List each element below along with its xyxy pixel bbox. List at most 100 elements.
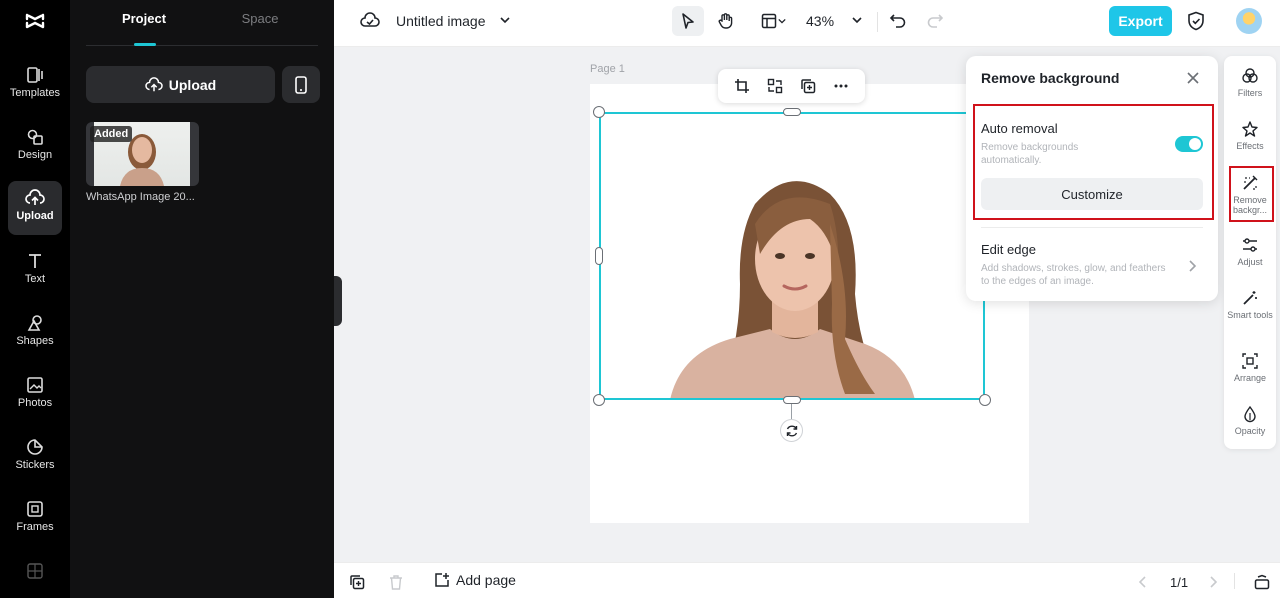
- cloud-sync-icon[interactable]: [360, 12, 380, 30]
- rotate-connector: [791, 404, 792, 419]
- sidebar-item-templates[interactable]: Templates: [8, 58, 62, 112]
- close-icon[interactable]: [1186, 71, 1200, 85]
- left-nav-rail: Templates Design Upload Text Shapes Phot…: [0, 0, 70, 598]
- auto-removal-description: Remove backgrounds automatically.: [981, 142, 1079, 166]
- capcut-logo[interactable]: [24, 10, 46, 32]
- document-title[interactable]: Untitled image: [396, 13, 486, 29]
- previous-page-icon[interactable]: [1138, 575, 1148, 589]
- upload-cloud-icon: [145, 76, 163, 91]
- duplicate-page-icon[interactable]: [349, 574, 365, 590]
- stickers-icon: [27, 439, 43, 455]
- auto-removal-label: Auto removal: [981, 121, 1058, 136]
- resize-handle-top-left[interactable]: [593, 106, 605, 118]
- media-thumbnail[interactable]: Added: [86, 122, 199, 186]
- select-tool-button[interactable]: [672, 6, 704, 36]
- tool-filters[interactable]: Filters: [1224, 67, 1276, 98]
- zoom-level[interactable]: 43%: [806, 13, 834, 29]
- tool-label: Filters: [1237, 88, 1263, 98]
- arrange-icon: [1242, 353, 1258, 369]
- sidebar-item-shapes[interactable]: Shapes: [8, 306, 62, 360]
- auto-removal-toggle[interactable]: [1175, 136, 1203, 152]
- tool-label: Opacity: [1234, 426, 1266, 436]
- tool-arrange[interactable]: Arrange: [1224, 352, 1276, 383]
- photos-icon: [27, 377, 43, 393]
- edit-edge-label[interactable]: Edit edge: [981, 242, 1036, 257]
- crop-icon[interactable]: [734, 78, 750, 94]
- add-page-label: Add page: [456, 572, 516, 588]
- tool-label: Adjust: [1237, 257, 1263, 267]
- add-page-button[interactable]: Add page: [434, 572, 516, 588]
- remove-background-panel: Remove background Auto removal Remove ba…: [966, 56, 1218, 301]
- page-count: 1/1: [1170, 575, 1189, 590]
- sidebar-item-frames[interactable]: Frames: [8, 492, 62, 546]
- upload-cloud-icon: [25, 189, 45, 205]
- top-toolbar: Untitled image 43% Export: [334, 0, 1280, 47]
- customize-button[interactable]: Customize: [981, 178, 1203, 210]
- bottom-bar: Add page 1/1: [334, 562, 1280, 598]
- media-filename: WhatsApp Image 20...: [86, 191, 195, 203]
- export-button[interactable]: Export: [1109, 6, 1172, 36]
- sidebar-item-label: Photos: [17, 397, 53, 409]
- adjust-icon: [1243, 238, 1257, 252]
- hand-tool-button[interactable]: [710, 6, 742, 36]
- bottom-divider: [1234, 573, 1235, 589]
- delete-page-icon[interactable]: [388, 574, 404, 590]
- more-apps-icon[interactable]: [27, 563, 43, 579]
- resize-handle-bottom-left[interactable]: [593, 394, 605, 406]
- shapes-icon: [27, 315, 42, 331]
- phone-icon: [295, 75, 307, 94]
- remove-background-tool-highlight: [1229, 166, 1274, 222]
- frames-icon: [27, 501, 43, 517]
- opacity-icon: [1244, 405, 1256, 423]
- tool-adjust[interactable]: Adjust: [1224, 236, 1276, 267]
- shield-icon[interactable]: [1187, 11, 1205, 31]
- sidebar-item-label: Templates: [9, 87, 61, 99]
- replace-icon[interactable]: [767, 78, 783, 94]
- toolbar-divider: [877, 12, 878, 32]
- media-panel: Project Space Upload Added WhatsApp Imag…: [70, 0, 334, 598]
- panel-collapse-handle[interactable]: [334, 276, 342, 326]
- upload-from-phone-button[interactable]: [282, 66, 320, 103]
- tab-project[interactable]: Project: [94, 11, 194, 26]
- sidebar-item-text[interactable]: Text: [8, 244, 62, 298]
- resize-handle-bottom[interactable]: [783, 396, 801, 404]
- rotate-button[interactable]: [780, 419, 803, 442]
- resize-handle-bottom-right[interactable]: [979, 394, 991, 406]
- sidebar-item-design[interactable]: Design: [8, 120, 62, 174]
- tool-effects[interactable]: Effects: [1224, 120, 1276, 151]
- chevron-right-icon[interactable]: [1187, 259, 1197, 273]
- redo-icon[interactable]: [926, 12, 944, 28]
- tool-label: Smart tools: [1227, 310, 1273, 320]
- sidebar-item-label: Design: [17, 149, 53, 161]
- sidebar-item-label: Upload: [16, 210, 54, 222]
- next-page-icon[interactable]: [1208, 575, 1218, 589]
- resize-handle-left[interactable]: [595, 247, 603, 265]
- chevron-down-icon[interactable]: [499, 15, 511, 25]
- upload-button-label: Upload: [168, 76, 217, 93]
- user-avatar[interactable]: [1236, 8, 1262, 34]
- resize-handle-top[interactable]: [783, 108, 801, 116]
- layout-dropdown-button[interactable]: [754, 6, 794, 36]
- upload-button[interactable]: Upload: [86, 66, 275, 103]
- undo-icon[interactable]: [889, 12, 907, 28]
- sidebar-item-stickers[interactable]: Stickers: [8, 430, 62, 484]
- hand-icon: [718, 13, 733, 29]
- page-label: Page 1: [590, 63, 625, 75]
- text-icon: [29, 254, 41, 268]
- duplicate-icon[interactable]: [800, 78, 816, 94]
- templates-icon: [27, 67, 43, 83]
- sidebar-item-label: Stickers: [15, 459, 55, 471]
- tab-space[interactable]: Space: [210, 11, 310, 26]
- tool-opacity[interactable]: Opacity: [1224, 405, 1276, 436]
- add-page-icon: [435, 573, 449, 587]
- sidebar-item-photos[interactable]: Photos: [8, 368, 62, 422]
- layout-icon: [761, 13, 777, 29]
- pages-panel-icon[interactable]: [1254, 574, 1270, 590]
- sidebar-item-label: Frames: [16, 521, 54, 533]
- sidebar-item-upload[interactable]: Upload: [8, 181, 62, 235]
- more-options-icon[interactable]: [833, 78, 849, 94]
- edit-edge-description: Add shadows, strokes, glow, and feathers…: [981, 263, 1166, 287]
- tool-smart-tools[interactable]: Smart tools: [1224, 289, 1276, 320]
- zoom-chevron-down-icon[interactable]: [851, 15, 863, 25]
- image-floating-toolbar: [718, 69, 865, 103]
